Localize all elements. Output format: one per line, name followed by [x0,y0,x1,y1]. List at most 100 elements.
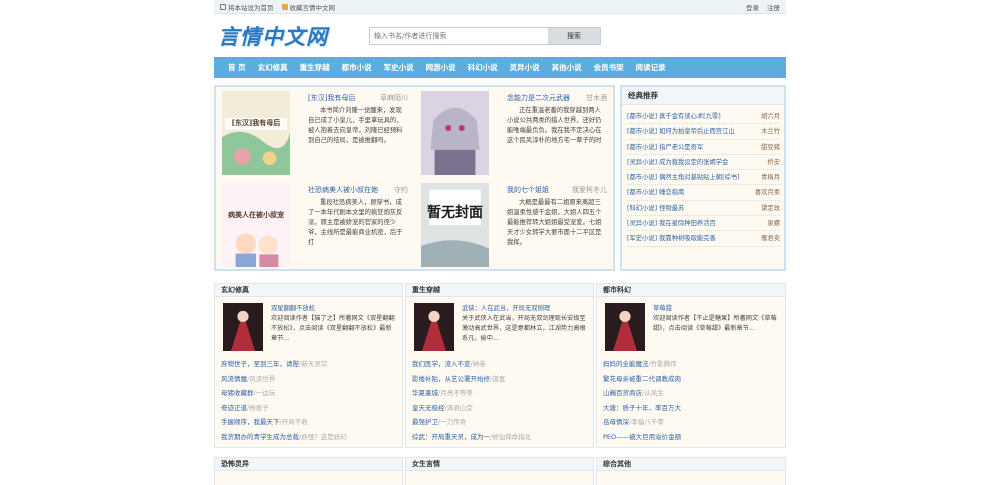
category-list-item[interactable]: 综武：开局重天灵，成为一/修仙保命指北 [412,430,587,445]
book-author[interactable]: 守约 [394,185,408,195]
category-title[interactable]: 重生穿越 [406,284,593,297]
list-author[interactable]: /一边玩 [254,389,276,397]
bookmark-link[interactable]: 收藏言情中文网 [281,2,335,12]
recommend-author[interactable]: 黛定玫 [761,201,780,215]
recommend-title[interactable]: [都市小说] 指尸老公是奇军 [627,140,703,154]
list-title[interactable]: 庶物世子，至到三年，请陛 [221,360,299,368]
list-author[interactable]: /开局不收 [280,418,308,426]
category-list-item[interactable]: 山巍百货商店/从风生 [603,386,779,401]
category-list-item[interactable]: 繁花母亲被重二代调教成肉 [603,372,779,387]
recommend-item[interactable]: [都市小说] 指尸老公是奇军 甜豆猪 [627,140,780,155]
site-logo[interactable]: 言情中文网 [218,21,328,51]
category-list-item[interactable]: 影楼补贴，从艺公署开始修/道富 [412,372,587,387]
list-author[interactable]: /道富 [490,375,505,383]
recommend-title[interactable]: [灵异小说] 我在星际种田养活百 [627,216,716,230]
category-list-item[interactable]: 最强护卫/一刀传奇 [412,415,587,430]
list-author[interactable]: /李福八千零 [629,418,664,426]
recommend-item[interactable]: [都市小说] 真千金有读心术[九零] 胡六月 [627,109,780,125]
recommend-title[interactable]: [都市小说] 真千金有读心术[九零] [627,109,721,123]
category-title[interactable]: 女生言情 [406,458,593,471]
list-title[interactable]: PEO——被大巨用溢价金额 [603,433,681,441]
category-list-item[interactable]: 华夏墨城/月亮不等等 [412,386,587,401]
recommend-author[interactable]: 泉螺 [767,216,780,230]
list-title[interactable]: 皇天无极经 [412,404,445,412]
nav-item[interactable]: 重生穿越 [294,57,336,78]
recommend-item[interactable]: [都市小说] 睡恋指南 喜欢月柔 [627,185,780,201]
recommend-item[interactable]: [都市小说] 偶然主角对基贴贴上朝[综书] 青梅月 [627,170,780,186]
category-list-item[interactable]: 大唐：质子十年，率百万大 [603,401,779,416]
login-link[interactable]: 登录 [746,2,759,12]
category-list-item[interactable]: 庶物世子，至到三年，请陛/新天灵宗 [221,357,396,372]
recommend-author[interactable]: 甜豆猪 [761,140,780,154]
list-author[interactable]: /月亮不等等 [438,389,473,397]
cover-image[interactable] [223,303,263,351]
list-title[interactable]: 我货期办的青学生成为总裁 [221,433,299,441]
recommend-item[interactable]: [都市小说] 如何为拍皇帝后止而宫江山 木兰竹 [627,124,780,140]
list-title[interactable]: 手握顺序，我最天下 [221,418,280,426]
recommend-author[interactable]: 木兰竹 [761,124,780,138]
book-cover[interactable]: [东汉]我有母后 [222,91,290,177]
book-author[interactable]: 甘木酒 [586,93,607,103]
list-title[interactable]: 母猪收藏群 [221,389,254,397]
list-title[interactable]: 大唐：质子十年，率百万大 [603,404,681,412]
recommend-item[interactable]: [科幻小说] 怪物最苏 黛定玫 [627,201,780,217]
register-link[interactable]: 注册 [767,2,780,12]
cover-image[interactable] [222,183,290,267]
recommend-author[interactable]: 雁君卖 [761,231,780,245]
category-list-item[interactable]: 母猪收藏群/一边玩 [221,386,396,401]
list-author[interactable]: /修仙保命指北 [490,433,531,441]
recommend-title[interactable]: [军史小说] 我靠种树吸取能完善 [627,231,716,245]
book-title[interactable]: 我的七个姐姐 [507,185,549,195]
recommend-item[interactable]: [灵异小说] 我在星际种田养活百 泉螺 [627,216,780,232]
list-title[interactable]: 山巍百货商店 [603,389,642,397]
list-author[interactable]: /从风生 [642,389,664,397]
list-author[interactable]: /杨兽子 [247,404,269,412]
recommend-title[interactable]: [科幻小说] 怪物最苏 [627,201,684,215]
book-title[interactable]: 社恐病美人被小叔在她 [308,185,378,195]
category-book-title[interactable]: 武侠：人在武当，开局无双侧理 [462,303,550,312]
list-author[interactable]: /一刀传奇 [438,418,466,426]
list-title[interactable]: 妈妈的全能魔法 [603,360,649,368]
recommend-author[interactable]: 胡六月 [761,109,780,123]
book-title[interactable]: 念能力是二次元武器 [507,93,570,103]
book-author[interactable]: 我爱柯冬儿 [572,185,607,195]
book-cover[interactable] [421,91,489,177]
set-home-link[interactable]: 将本站设为首页 [220,2,274,12]
category-book-title[interactable]: 草莓甜 [653,303,672,312]
recommend-title[interactable]: [都市小说] 如何为拍皇帝后止而宫江山 [627,124,735,138]
category-list-item[interactable]: 奇迹正道/杨兽子 [221,401,396,416]
nav-item[interactable]: 阅读记录 [630,57,672,78]
recommend-item[interactable]: [灵异小说] 成为裁我设定的张嫣学会 桥安 [627,155,780,171]
search-button[interactable]: 搜索 [548,28,600,44]
category-title[interactable]: 综合其他 [597,458,785,471]
list-author[interactable]: /新天灵宗 [299,360,327,368]
recommend-author[interactable]: 喜欢月柔 [755,185,780,199]
category-title[interactable]: 恐怖灵异 [215,458,402,471]
list-author[interactable]: /风流世界 [247,375,275,383]
cover-image[interactable] [421,183,489,267]
cover-image[interactable] [421,91,489,175]
search-input[interactable] [370,28,548,44]
nav-item[interactable]: 都市小说 [336,57,378,78]
book-cover[interactable]: 病美人在被小叔宠 [222,183,290,269]
category-list-item[interactable]: 妈妈的全能魔法/竹影腾传 [603,357,779,372]
book-title[interactable]: [东汉]我有母后 [308,93,355,103]
category-cover[interactable] [414,303,454,351]
list-title[interactable]: 岳母情深 [603,418,629,426]
cover-image[interactable] [414,303,454,351]
category-list-item[interactable]: 手握顺序，我最天下/开局不收 [221,415,396,430]
cover-image[interactable] [605,303,645,351]
category-list-item[interactable]: 我们医学，流入不变/钟卷 [412,357,587,372]
nav-item[interactable]: 其他小说 [546,57,588,78]
book-cover[interactable]: 暂无封面 [421,183,489,269]
nav-item[interactable]: 科幻小说 [462,57,504,78]
category-list-item[interactable]: 风流情魔/风流世界 [221,372,396,387]
nav-item[interactable]: 玄幻修真 [252,57,294,78]
recommend-item[interactable]: [军史小说] 我靠种树吸取能完善 雁君卖 [627,231,780,247]
category-book-title[interactable]: 双星翻翻不放松 [271,303,315,312]
list-title[interactable]: 我们医学，流入不变 [412,360,471,368]
list-title[interactable]: 影楼补贴，从艺公署开始修 [412,375,490,383]
recommend-title[interactable]: [都市小说] 偶然主角对基贴贴上朝[综书] [627,170,740,184]
recommend-author[interactable]: 桥安 [767,155,780,169]
nav-item[interactable]: 军史小说 [378,57,420,78]
